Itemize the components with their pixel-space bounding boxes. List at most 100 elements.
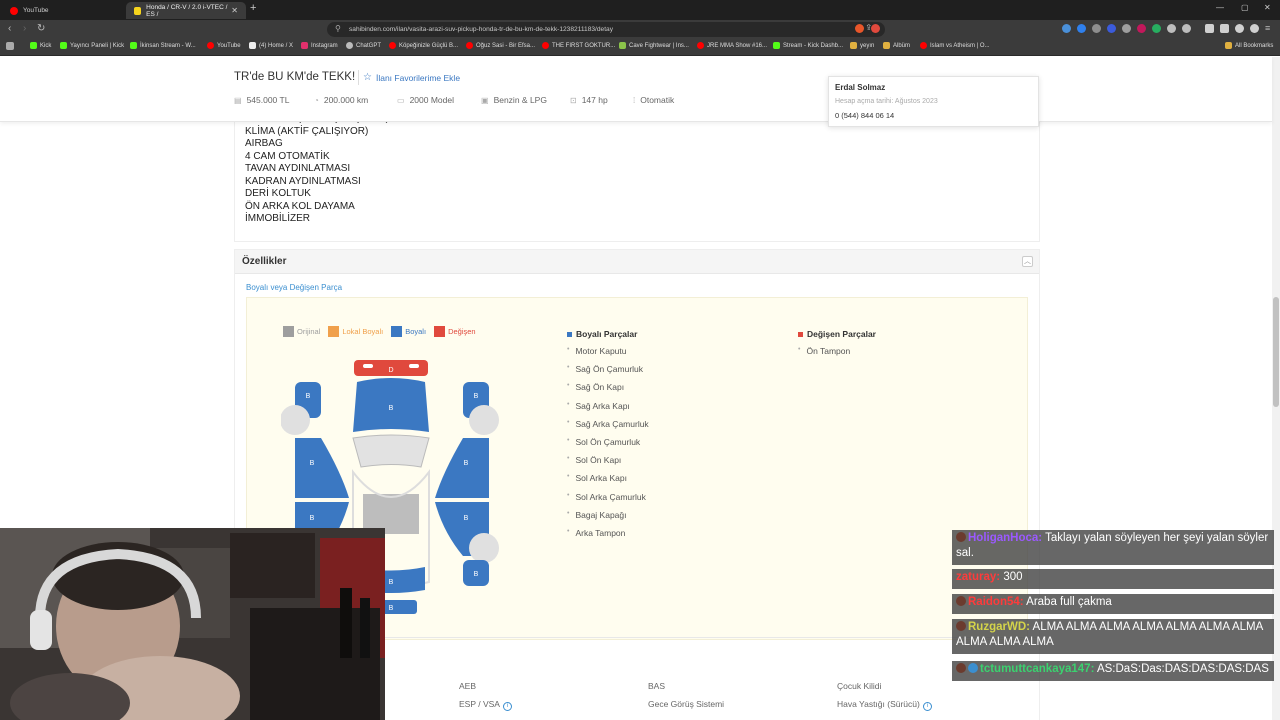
forward-icon[interactable]: ›	[23, 23, 26, 34]
legend-original: Orijinal	[283, 326, 320, 337]
extension-icon[interactable]	[1152, 24, 1161, 33]
windshield	[352, 434, 430, 468]
extension-icon[interactable]	[1092, 24, 1101, 33]
profile-icon[interactable]	[1235, 24, 1244, 33]
bullet-icon: •	[567, 473, 570, 481]
description-line: AIRBAG	[245, 138, 283, 149]
legend-swatch	[434, 326, 446, 337]
bookmark[interactable]: Cave Fightwear | Ins...	[619, 42, 689, 49]
info-icon[interactable]: i	[502, 702, 512, 711]
part-left-front-door[interactable]	[295, 438, 349, 498]
bullet-icon: •	[798, 346, 801, 353]
part-name: Ön Tampon	[806, 346, 851, 356]
paint-section-label: Boyalı veya Değişen Parça	[246, 283, 343, 292]
close-window-icon[interactable]: ✕	[1264, 3, 1271, 12]
bookmark-folder[interactable]: Albüm	[883, 42, 910, 49]
bookmark[interactable]: Kick	[30, 42, 51, 49]
scrollbar-thumb[interactable]	[1273, 297, 1279, 407]
tab-listing[interactable]: Honda / CR-V / 2.0 i-VTEC / ES / ✕	[126, 2, 246, 19]
bullet-icon: •	[567, 455, 570, 463]
listing-sticky-header: TR'de BU KM'de TEKK! ☆ İlanı Favorilerim…	[0, 57, 1272, 122]
add-to-favorites-link[interactable]: ☆ İlanı Favorilerime Ekle	[363, 72, 460, 83]
tab-youtube[interactable]: YouTube	[2, 2, 124, 19]
info-icon[interactable]: i	[922, 702, 932, 711]
address-bar[interactable]: ⚲ sahibinden.com/ilan/vasita-arazi-suv-p…	[327, 22, 885, 37]
equipment-label: Çocuk Kilidi	[837, 681, 882, 691]
chat-username: Raidon54:	[968, 596, 1024, 608]
bookmark[interactable]: JRE MMA Show #16...	[697, 42, 767, 49]
list-item: • Sağ Ön Kapı	[567, 382, 649, 400]
part-mark: D	[388, 367, 393, 374]
equipment-label: Hava Yastığı (Sürücü)	[837, 699, 920, 709]
bookmark[interactable]: Instagram	[301, 42, 338, 49]
legend-swatch	[328, 326, 340, 337]
brave-shield-icon[interactable]	[855, 24, 864, 33]
apps-icon[interactable]	[6, 42, 17, 50]
list-item: • Arka Tampon	[567, 528, 649, 546]
equipment-item: AEB	[459, 681, 476, 691]
minimize-icon[interactable]: —	[1216, 3, 1224, 12]
bookmark-favicon-icon	[249, 42, 256, 49]
close-tab-icon[interactable]: ✕	[231, 6, 238, 15]
spec-value: 147 hp	[581, 95, 608, 105]
bookmark-label: Islam vs Atheism | O...	[930, 42, 990, 49]
part-name: Sağ Arka Çamurluk	[575, 418, 649, 429]
reload-icon[interactable]: ↻	[37, 23, 45, 34]
collapse-icon[interactable]: ︿	[1022, 256, 1033, 267]
site-info-icon[interactable]: ⚲	[335, 24, 341, 33]
square-bullet-icon	[567, 331, 572, 337]
headlight-right	[409, 364, 419, 368]
bookmark-folder[interactable]: yeyın	[850, 42, 874, 49]
bookmark[interactable]: Yayıncı Paneli | Kick	[60, 42, 124, 49]
menu-icon[interactable]: ≡	[1265, 23, 1270, 33]
chat-message: Raidon54: Araba full çakma	[952, 594, 1274, 614]
spec-value: 545.000 TL	[246, 95, 290, 105]
spec-value: Otomatik	[640, 95, 675, 105]
extension-icon[interactable]	[1182, 24, 1191, 33]
list-item: • Sağ Arka Kapı	[567, 401, 649, 419]
chat-text: 300	[1003, 571, 1023, 583]
bookmark-label: THE FIRST GOKTUR...	[552, 42, 616, 49]
bookmark[interactable]: Stream - Kick Dashb...	[773, 42, 843, 49]
bookmark[interactable]: Islam vs Atheism | O...	[920, 42, 990, 49]
extension-icon[interactable]	[1137, 24, 1146, 33]
extension-icon[interactable]	[1122, 24, 1131, 33]
bookmark-label: Cave Fightwear | Ins...	[629, 42, 689, 49]
bullet-icon: •	[567, 491, 570, 499]
features-header[interactable]: Özellikler ︿	[235, 250, 1039, 274]
bookmark-favicon-icon	[773, 42, 780, 49]
bullet-icon: •	[567, 436, 570, 444]
bookmark-favicon-icon	[30, 42, 37, 49]
bookmark-favicon-icon	[60, 42, 67, 49]
brave-rewards-icon[interactable]	[871, 24, 880, 33]
extension-icon[interactable]	[1077, 24, 1086, 33]
list-item: • Sol Arka Çamurluk	[567, 492, 649, 510]
all-bookmarks[interactable]: All Bookmarks	[1225, 42, 1273, 49]
bookmark[interactable]: THE FIRST GOKTUR...	[542, 42, 615, 49]
seller-phone[interactable]: 0 (544) 844 06 14	[835, 111, 894, 120]
part-right-front-door[interactable]	[435, 438, 489, 498]
bookmark[interactable]: Oğuz Sasi - Bir Efsa...	[466, 42, 535, 49]
listing-title: TR'de BU KM'de TEKK!	[234, 71, 356, 83]
folder-icon	[883, 42, 890, 49]
changed-parts-list: Değişen Parçalar • Ön Tampon	[798, 329, 876, 364]
sidebar-icon[interactable]	[1205, 24, 1214, 33]
equipment-label: AEB	[459, 681, 477, 691]
bookmark[interactable]: Köpeğinizle Güçlü B...	[389, 42, 458, 49]
legend-label: Lokal Boyalı	[342, 327, 384, 336]
part-name: Sol Arka Çamurluk	[575, 491, 646, 502]
bookmark[interactable]: (4) Home / X	[249, 42, 293, 49]
wallet-icon[interactable]	[1220, 24, 1229, 33]
maximize-icon[interactable]: ▢	[1241, 3, 1249, 12]
seller-name[interactable]: Erdal Solmaz	[835, 83, 885, 92]
extension-icon[interactable]	[1107, 24, 1116, 33]
back-icon[interactable]: ‹	[8, 23, 11, 34]
extension-icon[interactable]	[1167, 24, 1176, 33]
bookmark[interactable]: YouTube	[207, 42, 241, 49]
bookmark[interactable]: ChatGPT	[346, 42, 381, 49]
bookmark[interactable]: İkinsan Stream - W...	[130, 42, 196, 49]
extension-icon[interactable]	[1062, 24, 1071, 33]
new-tab-button[interactable]: +	[250, 2, 256, 14]
brave-icon[interactable]	[1250, 24, 1259, 33]
equipment-item: Çocuk Kilidi	[837, 681, 881, 691]
